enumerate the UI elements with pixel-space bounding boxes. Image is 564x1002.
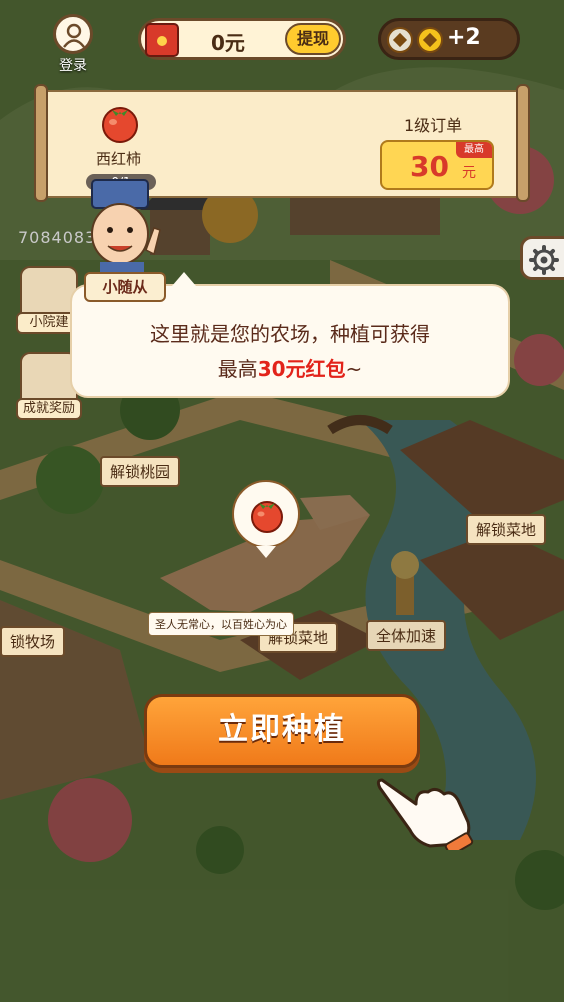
user-avatar-icon bbox=[53, 14, 93, 54]
balance-panel: 0元 提现 bbox=[138, 18, 346, 60]
guide-highlight: 30元红包 bbox=[257, 357, 346, 381]
scroll-rod-right bbox=[516, 84, 530, 202]
gold-coin-icon bbox=[417, 27, 443, 53]
gear-icon bbox=[529, 245, 559, 275]
guide-name-tag: 小随从 bbox=[84, 272, 166, 302]
guide-line-1: 这里就是您的农场，种植可获得 bbox=[150, 322, 430, 346]
coin-panel: +2 bbox=[378, 18, 520, 60]
red-envelope-icon bbox=[145, 23, 179, 57]
copper-coin-icon bbox=[387, 27, 413, 53]
order-vegetable-name: 西红柿 bbox=[96, 150, 142, 168]
guide-character-avatar bbox=[91, 179, 161, 286]
unlock-peach-sign[interactable]: 解锁桃园 bbox=[100, 456, 181, 487]
pointing-hand-icon bbox=[376, 778, 474, 850]
plant-now-button[interactable]: 立即种植 bbox=[144, 694, 420, 768]
order-level: 1级订单 bbox=[404, 116, 463, 135]
tomato-icon bbox=[251, 501, 283, 533]
reward-value: 30 bbox=[410, 150, 449, 183]
unlock-ranch-sign[interactable]: 锁牧场 bbox=[0, 626, 66, 657]
withdraw-button[interactable]: 提现 bbox=[285, 23, 341, 55]
settings-button[interactable] bbox=[520, 236, 564, 280]
order-reward: 最高 30 元 bbox=[380, 140, 494, 190]
plant-hint-bubble[interactable] bbox=[232, 480, 300, 558]
balance-amount: 0元 bbox=[211, 31, 245, 55]
guide-line-2-prefix: 最高 bbox=[217, 357, 258, 381]
login-button[interactable]: 登录 bbox=[48, 14, 98, 74]
login-label: 登录 bbox=[59, 58, 87, 74]
achievement-label: 成就奖励 bbox=[16, 398, 82, 420]
npc-speech: 圣人无常心，以百姓心为心 bbox=[148, 612, 294, 636]
coin-bonus: +2 bbox=[447, 25, 481, 50]
boost-all-button[interactable]: 全体加速 bbox=[366, 620, 447, 651]
reward-max-tag: 最高 bbox=[456, 142, 492, 158]
tomato-icon bbox=[102, 107, 138, 143]
reward-unit: 元 bbox=[462, 165, 476, 181]
guide-line-2-suffix: ~ bbox=[345, 357, 363, 381]
guide-line-2: 最高30元红包~ bbox=[72, 353, 508, 382]
top-bar: 登录 0元 提现 +2 bbox=[0, 0, 564, 80]
unlock-veg-sign-right[interactable]: 解锁菜地 bbox=[466, 514, 547, 545]
scroll-rod-left bbox=[34, 84, 48, 202]
